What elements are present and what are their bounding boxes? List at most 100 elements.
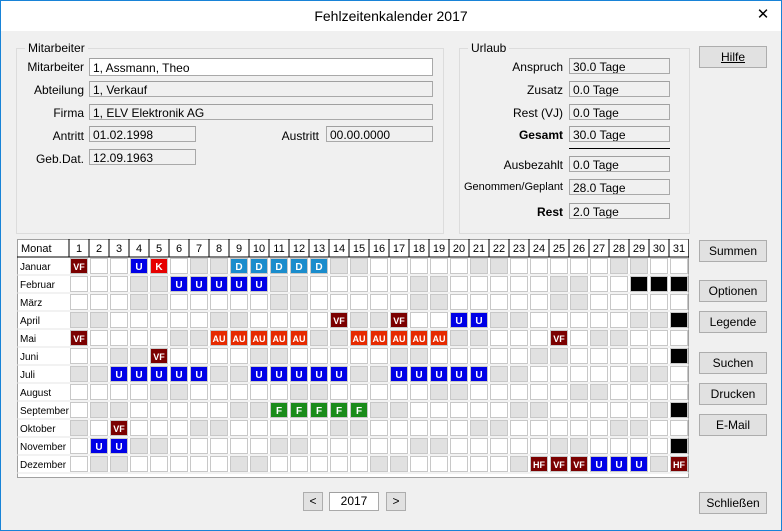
day-cell[interactable]: [190, 312, 208, 328]
day-cell[interactable]: [630, 420, 648, 436]
day-cell[interactable]: [530, 330, 548, 346]
day-cell[interactable]: [170, 402, 188, 418]
day-cell[interactable]: [310, 384, 328, 400]
day-cell[interactable]: [390, 456, 408, 472]
day-cell[interactable]: [430, 420, 448, 436]
day-cell[interactable]: [190, 420, 208, 436]
day-cell[interactable]: [570, 348, 588, 364]
day-cell[interactable]: [670, 402, 688, 418]
close-icon[interactable]: ✕: [751, 5, 775, 25]
day-cell[interactable]: [390, 348, 408, 364]
day-cell[interactable]: [250, 438, 268, 454]
day-cell[interactable]: [230, 402, 248, 418]
day-cell[interactable]: [610, 438, 628, 454]
day-cell[interactable]: [190, 438, 208, 454]
day-cell[interactable]: [110, 456, 128, 472]
day-cell[interactable]: [70, 456, 88, 472]
day-cell[interactable]: [590, 348, 608, 364]
day-cell[interactable]: [650, 438, 668, 454]
day-cell[interactable]: [250, 456, 268, 472]
day-cell[interactable]: [410, 276, 428, 292]
day-cell[interactable]: [510, 348, 528, 364]
day-cell[interactable]: [90, 384, 108, 400]
day-cell[interactable]: [530, 402, 548, 418]
day-cell[interactable]: [170, 258, 188, 274]
day-cell[interactable]: [470, 456, 488, 472]
day-cell[interactable]: [630, 438, 648, 454]
day-cell[interactable]: [610, 276, 628, 292]
day-cell[interactable]: [450, 276, 468, 292]
legende-button[interactable]: Legende: [699, 311, 767, 333]
day-cell[interactable]: [590, 276, 608, 292]
day-cell[interactable]: [250, 294, 268, 310]
day-cell[interactable]: [490, 420, 508, 436]
day-cell[interactable]: [90, 420, 108, 436]
day-cell[interactable]: [170, 294, 188, 310]
day-cell[interactable]: [210, 258, 228, 274]
day-cell[interactable]: [490, 312, 508, 328]
day-cell[interactable]: [530, 294, 548, 310]
day-cell[interactable]: [250, 402, 268, 418]
day-cell[interactable]: [170, 456, 188, 472]
day-cell[interactable]: [670, 438, 688, 454]
day-cell[interactable]: [350, 456, 368, 472]
day-cell[interactable]: [390, 402, 408, 418]
day-cell[interactable]: [630, 348, 648, 364]
mitarbeiter-field[interactable]: 1, Assmann, Theo: [89, 58, 433, 76]
day-cell[interactable]: [90, 366, 108, 382]
day-cell[interactable]: [90, 294, 108, 310]
day-cell[interactable]: [70, 366, 88, 382]
day-cell[interactable]: [550, 312, 568, 328]
day-cell[interactable]: [550, 258, 568, 274]
day-cell[interactable]: [150, 384, 168, 400]
day-cell[interactable]: [90, 276, 108, 292]
day-cell[interactable]: [410, 312, 428, 328]
day-cell[interactable]: [410, 348, 428, 364]
day-cell[interactable]: [590, 438, 608, 454]
day-cell[interactable]: [210, 312, 228, 328]
day-cell[interactable]: [370, 312, 388, 328]
day-cell[interactable]: [210, 348, 228, 364]
day-cell[interactable]: [330, 258, 348, 274]
day-cell[interactable]: [270, 384, 288, 400]
day-cell[interactable]: [430, 276, 448, 292]
day-cell[interactable]: [430, 456, 448, 472]
day-cell[interactable]: [650, 294, 668, 310]
day-cell[interactable]: [590, 330, 608, 346]
day-cell[interactable]: [510, 438, 528, 454]
day-cell[interactable]: [470, 258, 488, 274]
day-cell[interactable]: [450, 438, 468, 454]
day-cell[interactable]: [350, 276, 368, 292]
day-cell[interactable]: [650, 348, 668, 364]
day-cell[interactable]: [310, 456, 328, 472]
day-cell[interactable]: [590, 294, 608, 310]
day-cell[interactable]: [650, 366, 668, 382]
day-cell[interactable]: [510, 402, 528, 418]
day-cell[interactable]: [530, 258, 548, 274]
day-cell[interactable]: [230, 420, 248, 436]
day-cell[interactable]: [670, 258, 688, 274]
day-cell[interactable]: [310, 276, 328, 292]
day-cell[interactable]: [90, 402, 108, 418]
day-cell[interactable]: [290, 276, 308, 292]
day-cell[interactable]: [130, 402, 148, 418]
day-cell[interactable]: [470, 330, 488, 346]
day-cell[interactable]: [350, 420, 368, 436]
day-cell[interactable]: [210, 366, 228, 382]
day-cell[interactable]: [670, 384, 688, 400]
day-cell[interactable]: [270, 456, 288, 472]
day-cell[interactable]: [190, 258, 208, 274]
day-cell[interactable]: [630, 294, 648, 310]
day-cell[interactable]: [230, 438, 248, 454]
day-cell[interactable]: [450, 402, 468, 418]
day-cell[interactable]: [150, 402, 168, 418]
day-cell[interactable]: [490, 258, 508, 274]
day-cell[interactable]: [190, 294, 208, 310]
day-cell[interactable]: [630, 366, 648, 382]
day-cell[interactable]: [430, 258, 448, 274]
day-cell[interactable]: [310, 420, 328, 436]
day-cell[interactable]: [370, 438, 388, 454]
day-cell[interactable]: [550, 438, 568, 454]
day-cell[interactable]: [650, 456, 668, 472]
day-cell[interactable]: [470, 402, 488, 418]
